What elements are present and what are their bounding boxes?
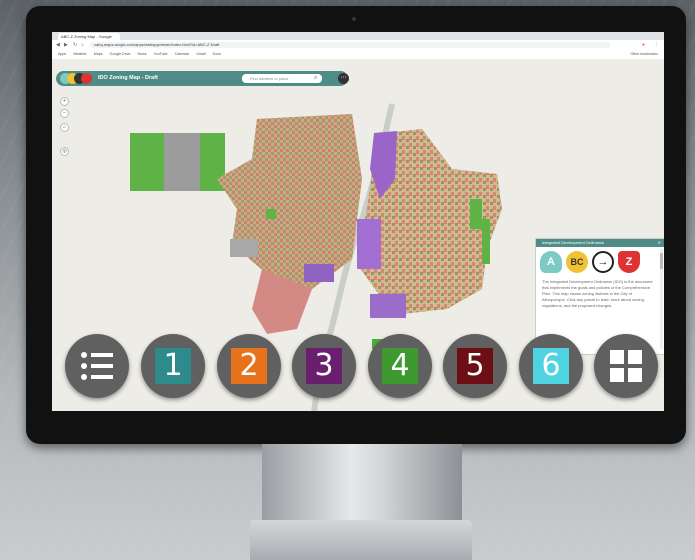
extension-icon[interactable]: ● bbox=[642, 42, 645, 48]
more-icon[interactable]: ⋯ bbox=[338, 73, 349, 84]
bookmark-item[interactable]: Google Drive bbox=[110, 52, 131, 56]
search-input[interactable]: Find address or place bbox=[242, 74, 322, 83]
abc-z-logo bbox=[60, 73, 92, 84]
all-chapters-button[interactable] bbox=[594, 334, 658, 398]
zoom-out-icon[interactable]: − bbox=[60, 109, 69, 118]
chapter-nav: 1 2 3 4 5 6 bbox=[52, 334, 664, 412]
bookmark-item[interactable]: Gmail bbox=[196, 52, 205, 56]
chapter-2-label: 2 bbox=[231, 348, 267, 384]
url-field[interactable]: cabq.maps.arcgis.com/apps/webappviewer/i… bbox=[90, 42, 610, 48]
chapter-1-label: 1 bbox=[155, 348, 191, 384]
webcam bbox=[352, 17, 356, 21]
chapter-5-button[interactable]: 5 bbox=[443, 334, 507, 398]
industrial-zone bbox=[230, 239, 258, 257]
info-panel-body: The Integrated Development Ordinance (ID… bbox=[542, 279, 653, 308]
chapter-2-button[interactable]: 2 bbox=[217, 334, 281, 398]
app-title: IDO Zoning Map - Draft bbox=[98, 75, 158, 81]
info-panel-header: Integrated Development Ordinance ✕ bbox=[536, 239, 664, 247]
monitor-stand bbox=[262, 444, 462, 524]
browser-tab[interactable]: ABC-Z Zoning Map - Google bbox=[58, 33, 120, 40]
chapter-4-button[interactable]: 4 bbox=[368, 334, 432, 398]
chapter-1-button[interactable]: 1 bbox=[141, 334, 205, 398]
grid-icon bbox=[610, 350, 642, 382]
chapter-3-label: 3 bbox=[306, 348, 342, 384]
bookmark-item[interactable]: Weather bbox=[73, 52, 87, 56]
legend-button[interactable] bbox=[65, 334, 129, 398]
forward-icon[interactable]: ▶ bbox=[64, 42, 68, 48]
gray-area bbox=[164, 133, 200, 191]
badge-a: A bbox=[540, 251, 562, 273]
park bbox=[266, 209, 276, 219]
bookmark-item[interactable]: Other bookmarks bbox=[630, 50, 658, 59]
list-icon bbox=[81, 352, 113, 380]
badge-arrow: → bbox=[592, 251, 614, 273]
chapter-5-label: 5 bbox=[457, 348, 493, 384]
purple-zone bbox=[357, 219, 381, 269]
back-icon[interactable]: ◀ bbox=[56, 42, 60, 48]
west-urban-detail bbox=[217, 114, 362, 289]
purple-zone bbox=[304, 264, 334, 282]
monitor-base bbox=[250, 520, 472, 560]
chapter-6-button[interactable]: 6 bbox=[519, 334, 583, 398]
abc-z-badges: A BC → Z bbox=[540, 251, 660, 275]
reload-icon[interactable]: ↻ bbox=[73, 42, 77, 48]
app-header: IDO Zoning Map - Draft Find address or p… bbox=[56, 71, 349, 86]
badge-bc: BC bbox=[566, 251, 588, 273]
chapter-3-button[interactable]: 3 bbox=[292, 334, 356, 398]
home-icon[interactable]: ⌂ bbox=[81, 42, 84, 48]
bookmark-item[interactable]: Docs bbox=[213, 52, 221, 56]
info-panel-title: Integrated Development Ordinance bbox=[542, 240, 605, 245]
badge-z: Z bbox=[618, 251, 640, 273]
chapter-6-label: 6 bbox=[533, 348, 569, 384]
bookmark-item[interactable]: Apps bbox=[58, 52, 66, 56]
park bbox=[482, 219, 490, 264]
bookmark-item[interactable]: Maps bbox=[94, 52, 103, 56]
bookmark-item[interactable]: Calendar bbox=[175, 52, 190, 56]
park bbox=[470, 199, 482, 229]
zoom-in-icon[interactable]: + bbox=[60, 97, 69, 106]
purple-zone bbox=[370, 294, 406, 318]
browser-tabbar: ABC-Z Zoning Map - Google bbox=[52, 32, 664, 40]
bookmark-item[interactable]: News bbox=[138, 52, 147, 56]
locate-icon[interactable]: ◎ bbox=[60, 147, 69, 156]
chapter-4-label: 4 bbox=[382, 348, 418, 384]
close-icon[interactable]: ✕ bbox=[658, 239, 661, 247]
browser-menu-icon[interactable]: ⋮ bbox=[654, 42, 659, 48]
bookmark-item[interactable]: YouTube bbox=[154, 52, 168, 56]
home-extent-icon[interactable]: ⌂ bbox=[60, 123, 69, 132]
